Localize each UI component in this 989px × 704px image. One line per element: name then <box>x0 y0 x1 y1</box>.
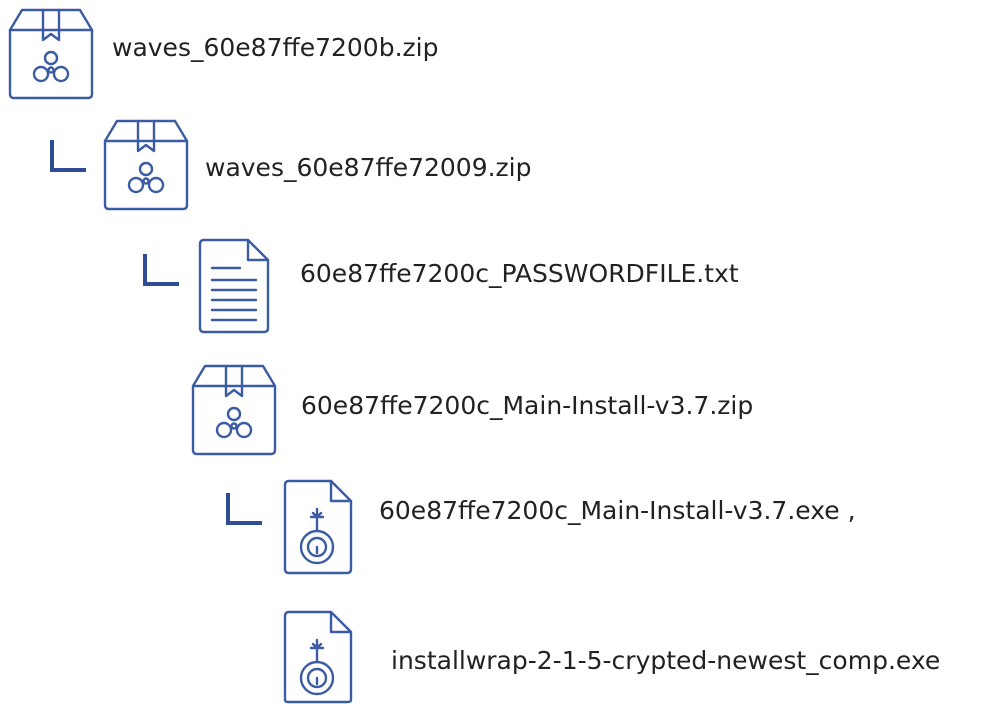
tree-connector <box>48 140 88 174</box>
file-name: installwrap-2-1-5-crypted-newest_comp.ex… <box>391 646 941 675</box>
file-name: waves_60e87ffe72009.zip <box>205 153 532 182</box>
file-name: 60e87ffe7200c_Main-Install-v3.7.zip <box>301 391 754 420</box>
text-document-icon <box>198 238 270 334</box>
tree-connector <box>224 493 264 527</box>
biohazard-package-icon <box>103 119 189 211</box>
biohazard-package-icon <box>191 364 277 456</box>
bomb-file-icon <box>283 610 353 704</box>
file-name: 60e87ffe7200c_Main-Install-v3.7.exe , <box>379 496 856 525</box>
file-name: 60e87ffe7200c_PASSWORDFILE.txt <box>300 259 739 288</box>
biohazard-package-icon <box>8 8 94 100</box>
file-name: waves_60e87ffe7200b.zip <box>112 33 439 62</box>
tree-connector <box>141 254 181 288</box>
bomb-file-icon <box>283 479 353 575</box>
